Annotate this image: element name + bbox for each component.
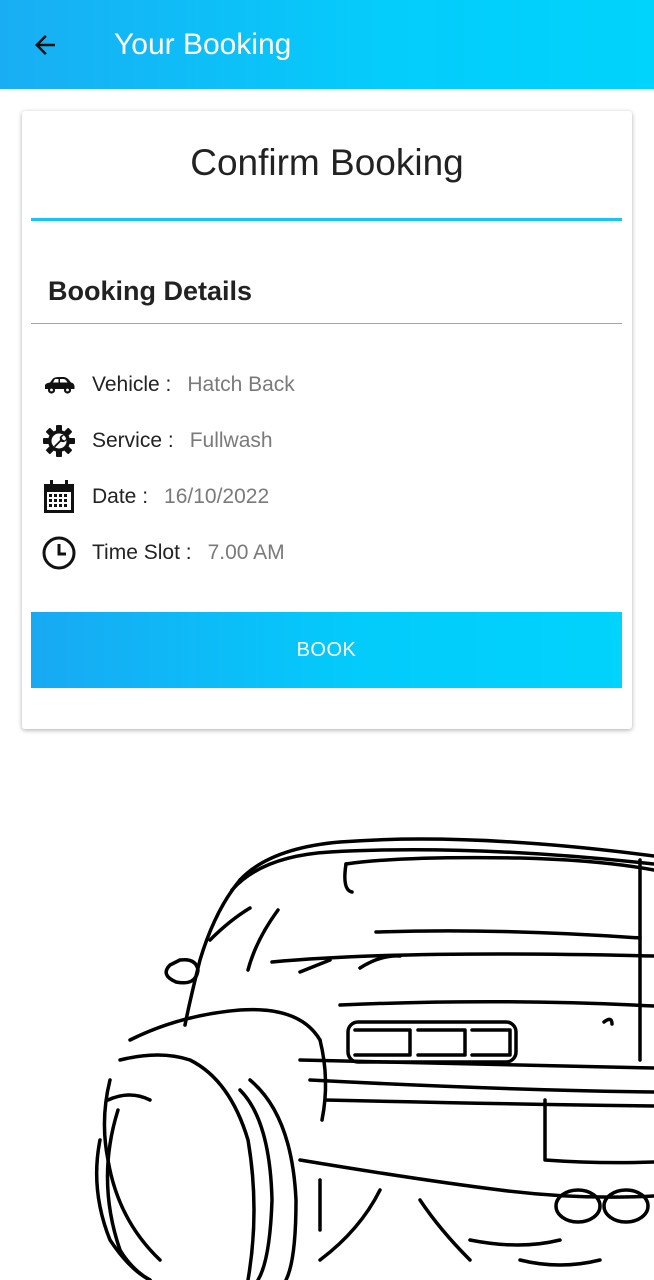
time-slot-value: 7.00 AM [207,541,285,564]
title-divider [31,218,622,221]
book-button[interactable]: BOOK [31,612,622,688]
service-label: Service : [92,429,174,452]
page-title: Your Booking [114,28,292,61]
vehicle-value: Hatch Back [187,373,295,396]
detail-row-vehicle: Vehicle : Hatch Back [40,365,295,405]
card-title: Confirm Booking [190,142,464,183]
service-value: Fullwash [189,429,273,452]
car-icon [40,366,78,404]
car-illustration [94,837,654,1280]
date-value: 16/10/2022 [164,485,270,508]
detail-row-time-slot: Time Slot : 7.00 AM [40,533,285,573]
gear-wrench-icon [40,422,78,460]
calendar-icon [40,478,78,516]
app-bar: Your Booking [0,0,654,89]
detail-row-date: Date : 16/10/2022 [40,477,269,517]
vehicle-label: Vehicle : [92,373,172,396]
date-label: Date : [92,485,149,508]
section-title: Booking Details [48,276,253,306]
detail-row-service: Service : Fullwash [40,421,273,461]
clock-icon [40,534,78,572]
section-divider [31,323,622,324]
arrow-left-icon [35,35,55,55]
back-button[interactable] [26,26,64,64]
time-slot-label: Time Slot : [92,541,192,564]
